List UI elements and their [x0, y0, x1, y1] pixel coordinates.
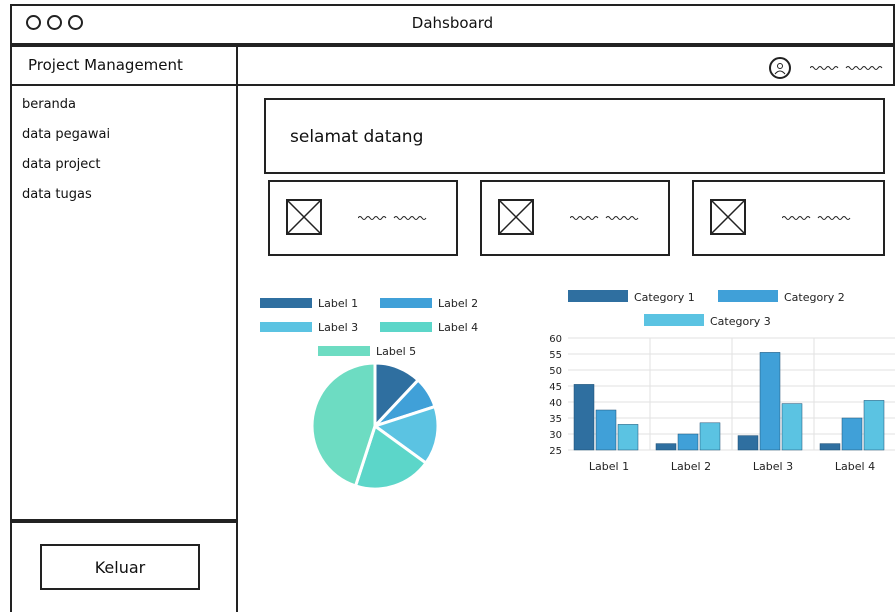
bar	[841, 417, 863, 451]
bar	[781, 403, 803, 451]
top-bar	[238, 45, 895, 86]
summary-card[interactable]	[268, 180, 458, 256]
logout-button[interactable]: Keluar	[40, 544, 200, 590]
pie-chart: Label 1 Label 2 Label 3 Label 4 Label 5	[260, 297, 478, 491]
x-tick-label: Label 1	[589, 460, 629, 473]
bar	[759, 352, 781, 451]
image-placeholder-icon	[286, 199, 322, 235]
bar	[863, 400, 885, 451]
window-title-bar: Dahsboard	[10, 4, 895, 45]
bar	[699, 422, 721, 451]
pie-legend-label: Label 2	[438, 297, 478, 310]
bar	[617, 424, 639, 451]
pie-legend-label: Label 1	[318, 297, 358, 310]
bar-legend-swatch	[718, 290, 778, 302]
pie-legend-label: Label 4	[438, 321, 478, 334]
bar	[677, 433, 699, 451]
bar	[595, 409, 617, 451]
sidebar-item-beranda[interactable]: beranda	[22, 97, 110, 127]
image-placeholder-icon	[710, 199, 746, 235]
summary-card[interactable]	[692, 180, 885, 256]
y-tick-label: 60	[549, 334, 562, 345]
window-title: Dahsboard	[411, 14, 494, 32]
bar	[819, 443, 841, 451]
bar	[737, 435, 759, 451]
y-tick-label: 50	[549, 366, 562, 377]
brand: Project Management	[12, 47, 236, 86]
pie-legend-swatch	[380, 322, 432, 332]
bar	[655, 443, 677, 451]
pie-slices	[310, 361, 440, 491]
pie-legend-swatch	[260, 298, 312, 308]
x-tick-label: Label 4	[835, 460, 875, 473]
x-tick-label: Label 2	[671, 460, 711, 473]
pie-legend: Label 1 Label 2 Label 3 Label 4 Label 5	[260, 297, 478, 358]
card-text-scribble	[358, 216, 427, 220]
y-tick-label: 40	[549, 398, 562, 409]
summary-card[interactable]	[480, 180, 670, 256]
sidebar-item-data-pegawai[interactable]: data pegawai	[22, 127, 110, 157]
bar	[573, 384, 595, 451]
sidebar: Project Management beranda data pegawai …	[10, 45, 238, 521]
sidebar-menu: beranda data pegawai data project data t…	[22, 97, 110, 217]
user-avatar-icon[interactable]	[769, 57, 791, 79]
image-placeholder-icon	[498, 199, 534, 235]
x-tick-label: Label 3	[753, 460, 793, 473]
y-tick-label: 25	[549, 446, 562, 457]
pie-legend-swatch	[318, 346, 370, 356]
brand-name: Project Management	[28, 56, 183, 74]
y-tick-label: 45	[549, 382, 562, 393]
sidebar-item-data-project[interactable]: data project	[22, 157, 110, 187]
bar-bars	[573, 352, 885, 451]
sidebar-footer: Keluar	[10, 521, 238, 612]
y-tick-label: 55	[549, 350, 562, 361]
sidebar-item-data-tugas[interactable]: data tugas	[22, 187, 110, 217]
pie-legend-swatch	[260, 322, 312, 332]
pie-legend-swatch	[380, 298, 432, 308]
bar-legend-label: Category 3	[710, 315, 771, 328]
bar-legend-swatch	[568, 290, 628, 302]
y-tick-label: 30	[549, 430, 562, 441]
bar-legend-label: Category 2	[784, 291, 845, 304]
bar-legend-swatch	[644, 314, 704, 326]
pie-legend-label: Label 3	[318, 321, 358, 334]
bar-legend-label: Category 1	[634, 291, 695, 304]
welcome-text: selamat datang	[290, 127, 424, 147]
card-text-scribble	[782, 216, 851, 220]
pie-legend-label: Label 5	[376, 345, 416, 358]
user-name-scribble[interactable]	[810, 64, 890, 72]
y-tick-label: 35	[549, 414, 562, 425]
bar-legend: Category 1 Category 2 Category 3	[568, 290, 845, 328]
welcome-banner: selamat datang	[264, 98, 885, 174]
card-text-scribble	[570, 216, 639, 220]
bar-chart: Category 1 Category 2 Category 3 25 30 35 40 4…	[549, 290, 895, 473]
bar-axis: 25 30 35 40 45 50 55 60 Label 1 Label 2 Label 3 Lab…	[549, 334, 875, 473]
